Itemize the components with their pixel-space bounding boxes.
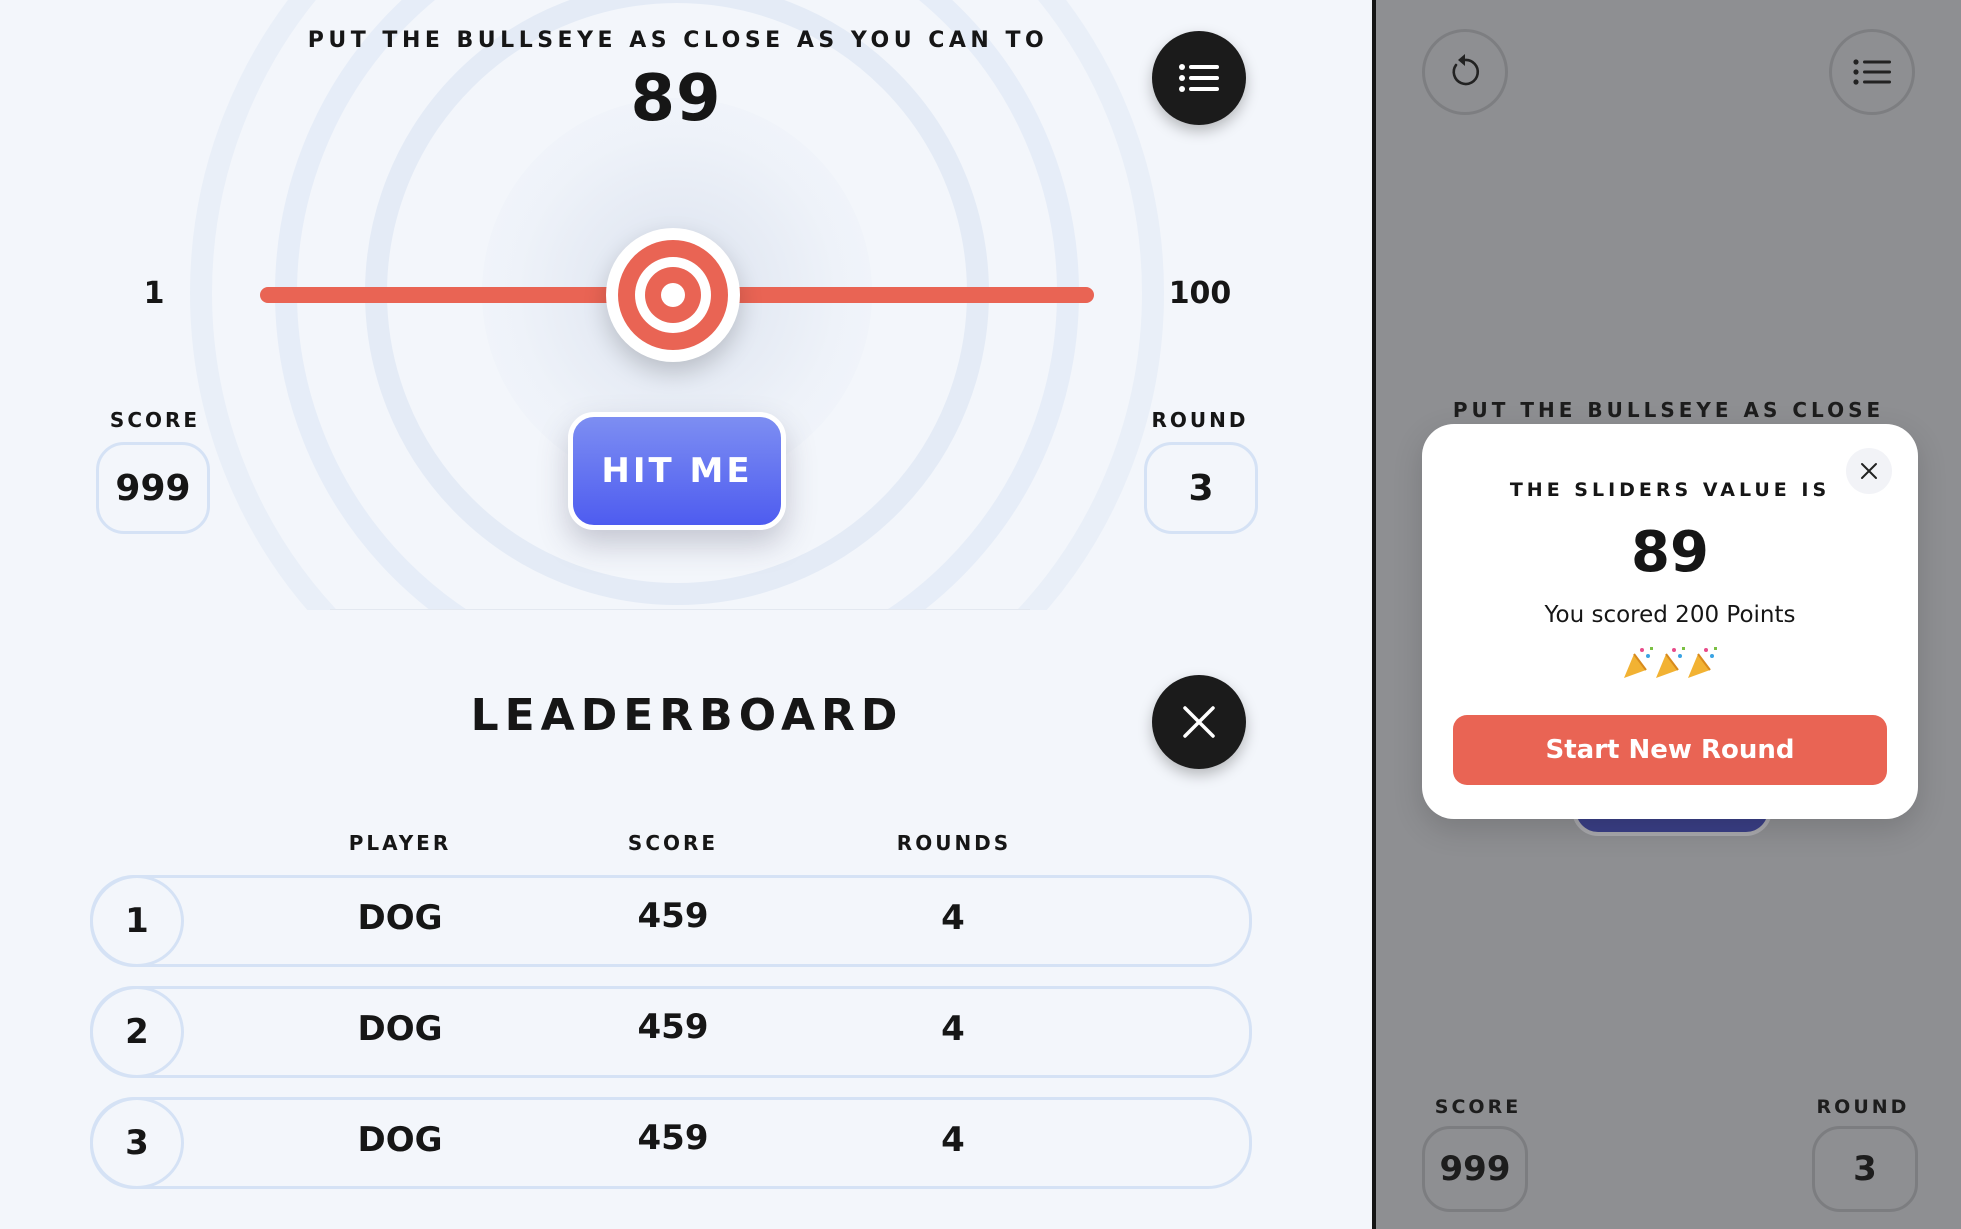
modal-title: THE SLIDERS VALUE IS — [1509, 479, 1831, 501]
result-screen: PUT THE BULLSEYE AS CLOSE SCORE 999 ROUN… — [1376, 0, 1961, 1229]
restart-icon — [1452, 54, 1480, 86]
game-panel: PUT THE BULLSEYE AS CLOSE AS YOU CAN TO … — [0, 0, 1372, 1229]
leaderboard-button[interactable] — [1829, 29, 1915, 115]
round-label: ROUND — [1151, 408, 1249, 432]
score-value: 999 — [96, 442, 210, 534]
start-new-round-button[interactable]: Start New Round — [1453, 715, 1887, 785]
leaderboard-title: LEADERBOARD — [470, 690, 904, 741]
score-label: SCORE — [109, 408, 201, 432]
leaderboard-close-button[interactable] — [1152, 675, 1246, 769]
column-header-rounds: ROUNDS — [896, 831, 1012, 855]
modal-slider-value: 89 — [1631, 520, 1709, 585]
player-name: DOG — [357, 1009, 443, 1049]
close-icon — [1183, 706, 1215, 738]
result-modal: THE SLIDERS VALUE IS 89 You scored 200 P… — [1422, 424, 1918, 819]
player-name: DOG — [357, 1120, 443, 1160]
column-header-player: PLAYER — [348, 831, 452, 855]
round-value: 3 — [1144, 442, 1258, 534]
target-value: 89 — [630, 62, 722, 136]
dimmed-instruction-text: PUT THE BULLSEYE AS CLOSE — [1452, 398, 1885, 422]
dimmed-score-label: SCORE — [1434, 1096, 1522, 1118]
instruction-text: PUT THE BULLSEYE AS CLOSE AS YOU CAN TO — [307, 28, 1049, 53]
column-header-score: SCORE — [627, 831, 719, 855]
player-score: 459 — [637, 1007, 709, 1047]
dimmed-round-label: ROUND — [1816, 1096, 1910, 1118]
slider-max-label: 100 — [1168, 276, 1232, 311]
modal-score-message: You scored 200 Points — [1544, 602, 1796, 628]
restart-button[interactable] — [1422, 29, 1508, 115]
player-rounds: 4 — [941, 898, 965, 938]
close-icon — [1861, 463, 1877, 479]
hit-me-button[interactable]: HIT ME — [568, 412, 786, 530]
section-divider — [330, 609, 1030, 610]
player-score: 459 — [637, 1118, 709, 1158]
rank-badge: 1 — [90, 875, 184, 967]
party-popper-icon — [1624, 647, 1717, 678]
rank-badge: 2 — [90, 986, 184, 1078]
player-rounds: 4 — [941, 1009, 965, 1049]
leaderboard-toggle-button[interactable] — [1152, 31, 1246, 125]
list-icon — [1179, 64, 1219, 92]
slider-min-label: 1 — [143, 276, 165, 311]
list-icon — [1853, 59, 1891, 85]
player-score: 459 — [637, 896, 709, 936]
player-rounds: 4 — [941, 1120, 965, 1160]
player-name: DOG — [357, 898, 443, 938]
dimmed-round-value: 3 — [1812, 1126, 1918, 1212]
rank-badge: 3 — [90, 1097, 184, 1189]
dimmed-score-value: 999 — [1422, 1126, 1528, 1212]
slider-thumb-bullseye[interactable] — [605, 228, 740, 362]
